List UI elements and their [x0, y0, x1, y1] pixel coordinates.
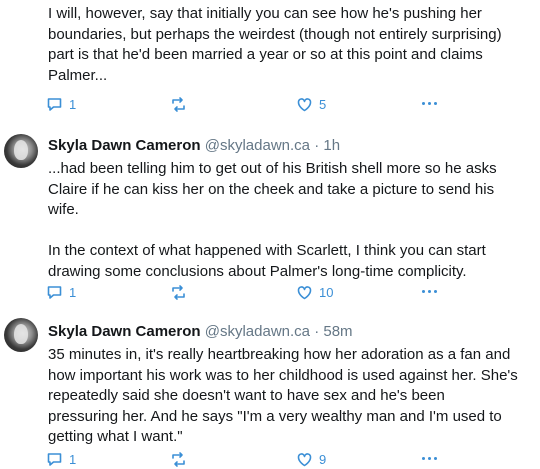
tweet-text: I will, however, say that initially you …	[48, 5, 502, 84]
more-icon[interactable]	[422, 290, 437, 293]
repost-icon	[172, 97, 185, 112]
tweet-actions: 1 10	[46, 284, 466, 304]
reply-count: 1	[69, 452, 77, 467]
reply-icon	[47, 98, 62, 111]
reply-count: 1	[69, 97, 77, 112]
tweet-text: 35 minutes in, it's really heartbreaking…	[48, 346, 518, 445]
like-count: 9	[319, 452, 327, 467]
tweet-actions: 1 5	[46, 96, 466, 116]
author-handle[interactable]: @skyladawn.ca	[205, 323, 310, 340]
author-name[interactable]: Skyla Dawn Cameron	[48, 323, 201, 340]
author-name[interactable]: Skyla Dawn Cameron	[48, 137, 201, 154]
reply-button[interactable]: 1	[46, 96, 76, 113]
tweet-header: Skyla Dawn Cameron @skyladawn.ca · 1h	[48, 136, 340, 155]
like-count: 10	[319, 285, 334, 300]
repost-button[interactable]	[170, 451, 187, 468]
repost-icon	[172, 285, 185, 300]
heart-icon	[297, 453, 312, 467]
like-button[interactable]: 10	[296, 284, 333, 301]
tweet-text: ...had been telling him to get out of hi…	[48, 160, 497, 280]
repost-button[interactable]	[170, 284, 187, 301]
avatar[interactable]	[4, 318, 38, 352]
more-icon[interactable]	[422, 457, 437, 460]
repost-button[interactable]	[170, 96, 187, 113]
heart-icon	[297, 98, 312, 112]
reply-icon	[47, 453, 62, 466]
tweet-actions: 1 9	[46, 451, 466, 469]
timestamp[interactable]: 58m	[323, 323, 352, 340]
feed: I will, however, say that initially you …	[0, 0, 540, 469]
reply-button[interactable]: 1	[46, 451, 76, 468]
reply-icon	[47, 286, 62, 299]
like-count: 5	[319, 97, 327, 112]
author-handle[interactable]: @skyladawn.ca	[205, 137, 310, 154]
reply-button[interactable]: 1	[46, 284, 76, 301]
avatar[interactable]	[4, 134, 38, 168]
like-button[interactable]: 5	[296, 96, 326, 113]
heart-icon	[297, 286, 312, 300]
separator-dot: ·	[314, 323, 320, 340]
tweet-header: Skyla Dawn Cameron @skyladawn.ca · 58m	[48, 322, 353, 341]
repost-icon	[172, 452, 185, 467]
reply-count: 1	[69, 285, 77, 300]
separator-dot: ·	[314, 137, 320, 154]
timestamp[interactable]: 1h	[323, 137, 340, 154]
more-icon[interactable]	[422, 102, 437, 105]
like-button[interactable]: 9	[296, 451, 326, 468]
